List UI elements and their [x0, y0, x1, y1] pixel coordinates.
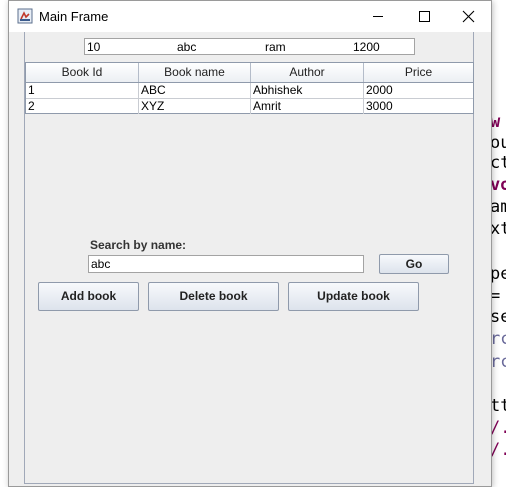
- window-title: Main Frame: [39, 9, 109, 24]
- code-fragment: /.: [490, 418, 506, 438]
- code-fragment: tt: [490, 396, 506, 416]
- cell-book-name[interactable]: XYZ: [139, 99, 251, 114]
- search-input[interactable]: abc: [88, 255, 364, 273]
- column-header-author[interactable]: Author: [251, 63, 364, 82]
- update-book-button[interactable]: Update book: [288, 282, 419, 311]
- minimize-button[interactable]: [355, 1, 401, 32]
- code-fragment: ou: [490, 133, 506, 153]
- java-cup-icon: [17, 8, 33, 24]
- cell-author[interactable]: Abhishek: [251, 83, 364, 98]
- content-pane: 10 abc ram 1200 Book Id Book name Author…: [9, 32, 491, 486]
- delete-book-button[interactable]: Delete book: [148, 282, 279, 311]
- cell-book-name[interactable]: ABC: [139, 83, 251, 98]
- cell-price[interactable]: 2000: [364, 83, 473, 98]
- record-price-text: 1200: [353, 40, 380, 54]
- add-book-button[interactable]: Add book: [38, 282, 139, 311]
- code-fragment: vo: [490, 175, 506, 195]
- code-fragment: rc: [490, 352, 506, 372]
- go-button[interactable]: Go: [379, 254, 449, 274]
- title-bar[interactable]: Main Frame: [9, 1, 491, 32]
- table-header: Book Id Book name Author Price: [26, 63, 473, 83]
- close-button[interactable]: [445, 1, 491, 32]
- books-table[interactable]: Book Id Book name Author Price 1 ABC Abh…: [25, 62, 474, 114]
- record-name-text: abc: [177, 40, 197, 54]
- code-fragment: /.: [490, 440, 506, 460]
- code-fragment: ct: [490, 153, 506, 173]
- cell-author[interactable]: Amrit: [251, 99, 364, 114]
- close-icon: [462, 10, 475, 23]
- table-row[interactable]: 2 XYZ Amrit 3000: [26, 99, 473, 115]
- table-row[interactable]: 1 ABC Abhishek 2000: [26, 83, 473, 99]
- cell-price[interactable]: 3000: [364, 99, 473, 114]
- maximize-button[interactable]: [401, 1, 447, 32]
- maximize-icon: [419, 11, 430, 22]
- column-header-price[interactable]: Price: [364, 63, 473, 82]
- record-id-text: 10: [87, 40, 101, 54]
- code-fragment: pe: [490, 264, 506, 284]
- main-frame-window: Main Frame 10 abc ram 1200 Book Id Book …: [8, 0, 492, 487]
- code-fragment: rc: [490, 329, 506, 349]
- book-record-field[interactable]: 10 abc ram 1200: [84, 38, 415, 55]
- code-fragment: am: [490, 197, 506, 217]
- search-label: Search by name:: [90, 238, 187, 252]
- minimize-icon: [373, 16, 383, 17]
- code-fragment: se: [490, 307, 506, 327]
- column-header-book-id[interactable]: Book Id: [26, 63, 139, 82]
- cell-book-id[interactable]: 2: [26, 99, 139, 114]
- code-fragment: xt: [490, 219, 506, 239]
- column-header-book-name[interactable]: Book name: [139, 63, 251, 82]
- cell-book-id[interactable]: 1: [26, 83, 139, 98]
- record-author-text: ram: [265, 40, 286, 54]
